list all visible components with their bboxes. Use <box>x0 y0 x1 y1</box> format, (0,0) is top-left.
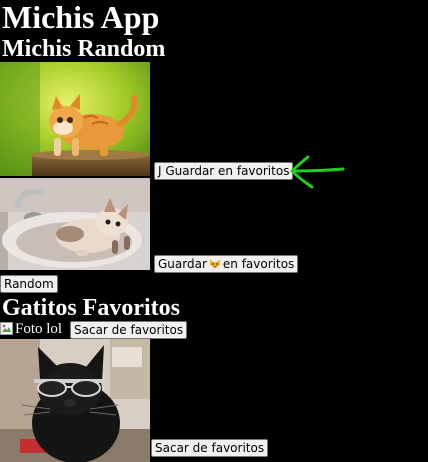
remove-favorite-button-2[interactable]: Sacar de favoritos <box>151 439 269 457</box>
app-title: Michis App <box>2 0 160 35</box>
save-favorite-button-2[interactable]: Guardar en favoritos <box>154 255 299 273</box>
random-cat-photo-2 <box>0 178 150 270</box>
save-button-suffix: en favoritos <box>222 257 295 271</box>
random-section-title: Michis Random <box>2 36 166 62</box>
save-button-prefix: Guardar <box>158 257 207 271</box>
broken-image-icon <box>0 322 13 335</box>
save-favorite-button-1[interactable]: J Guardar en favoritos <box>154 162 294 180</box>
random-button[interactable]: Random <box>0 275 58 293</box>
favorite-cat-photo-2 <box>0 339 150 462</box>
random-cat-photo-1 <box>0 62 150 176</box>
remove-favorite-button-1[interactable]: Sacar de favoritos <box>70 321 188 339</box>
green-arrow-icon <box>290 155 345 189</box>
favorites-section-title: Gatitos Favoritos <box>2 295 180 321</box>
cat-emoji-icon <box>209 259 220 269</box>
broken-image: Foto lol <box>0 321 62 337</box>
broken-image-alt-text: Foto lol <box>15 321 63 337</box>
